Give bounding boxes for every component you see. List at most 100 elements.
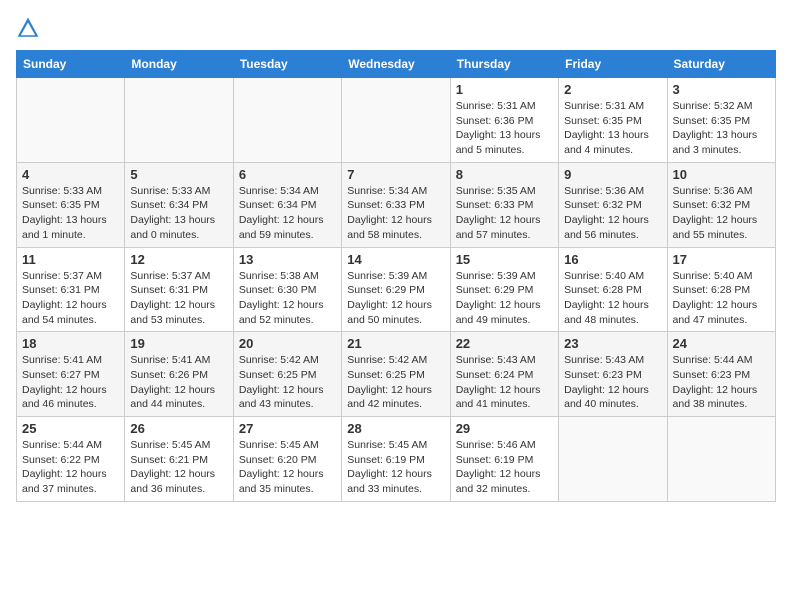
day-info: Sunrise: 5:42 AM Sunset: 6:25 PM Dayligh… [347, 353, 444, 412]
calendar-cell: 18 Sunrise: 5:41 AM Sunset: 6:27 PM Dayli… [17, 332, 125, 417]
day-info: Sunrise: 5:43 AM Sunset: 6:24 PM Dayligh… [456, 353, 553, 412]
day-info: Sunrise: 5:37 AM Sunset: 6:31 PM Dayligh… [22, 269, 119, 328]
day-number: 22 [456, 336, 553, 351]
day-info: Sunrise: 5:45 AM Sunset: 6:21 PM Dayligh… [130, 438, 227, 497]
day-number: 4 [22, 167, 119, 182]
calendar-week-row: 1 Sunrise: 5:31 AM Sunset: 6:36 PM Daylig… [17, 78, 776, 163]
calendar-cell: 5 Sunrise: 5:33 AM Sunset: 6:34 PM Daylig… [125, 162, 233, 247]
page-header [16, 16, 776, 40]
calendar-cell: 8Sunrise: 5:35 AM Sunset: 6:33 PM Daylig… [450, 162, 558, 247]
calendar-week-row: 11 Sunrise: 5:37 AM Sunset: 6:31 PM Dayli… [17, 247, 776, 332]
calendar-cell: 3 Sunrise: 5:32 AM Sunset: 6:35 PM Daylig… [667, 78, 775, 163]
column-header-saturday: Saturday [667, 51, 775, 78]
calendar-cell: 24 Sunrise: 5:44 AM Sunset: 6:23 PM Dayli… [667, 332, 775, 417]
day-info: Sunrise: 5:34 AM Sunset: 6:34 PM Dayligh… [239, 184, 336, 243]
calendar-cell: 26 Sunrise: 5:45 AM Sunset: 6:21 PM Dayli… [125, 417, 233, 502]
day-number: 5 [130, 167, 227, 182]
day-number: 27 [239, 421, 336, 436]
day-info: Sunrise: 5:32 AM Sunset: 6:35 PM Dayligh… [673, 99, 770, 158]
calendar-cell: 14Sunrise: 5:39 AM Sunset: 6:29 PM Dayli… [342, 247, 450, 332]
day-number: 11 [22, 252, 119, 267]
day-info: Sunrise: 5:41 AM Sunset: 6:26 PM Dayligh… [130, 353, 227, 412]
day-info: Sunrise: 5:31 AM Sunset: 6:36 PM Dayligh… [456, 99, 553, 158]
day-info: Sunrise: 5:31 AM Sunset: 6:35 PM Dayligh… [564, 99, 661, 158]
calendar-cell: 12 Sunrise: 5:37 AM Sunset: 6:31 PM Dayli… [125, 247, 233, 332]
day-info: Sunrise: 5:44 AM Sunset: 6:22 PM Dayligh… [22, 438, 119, 497]
day-number: 1 [456, 82, 553, 97]
day-info: Sunrise: 5:42 AM Sunset: 6:25 PM Dayligh… [239, 353, 336, 412]
day-number: 9 [564, 167, 661, 182]
day-number: 20 [239, 336, 336, 351]
day-number: 28 [347, 421, 444, 436]
calendar-week-row: 4 Sunrise: 5:33 AM Sunset: 6:35 PM Daylig… [17, 162, 776, 247]
day-info: Sunrise: 5:35 AM Sunset: 6:33 PM Dayligh… [456, 184, 553, 243]
generalblue-logo-icon [16, 16, 40, 40]
calendar-cell: 10Sunrise: 5:36 AM Sunset: 6:32 PM Dayli… [667, 162, 775, 247]
calendar-cell: 16 Sunrise: 5:40 AM Sunset: 6:28 PM Dayli… [559, 247, 667, 332]
day-info: Sunrise: 5:41 AM Sunset: 6:27 PM Dayligh… [22, 353, 119, 412]
day-info: Sunrise: 5:39 AM Sunset: 6:29 PM Dayligh… [456, 269, 553, 328]
calendar-cell: 11 Sunrise: 5:37 AM Sunset: 6:31 PM Dayli… [17, 247, 125, 332]
day-number: 19 [130, 336, 227, 351]
calendar-cell: 13 Sunrise: 5:38 AM Sunset: 6:30 PM Dayli… [233, 247, 341, 332]
day-info: Sunrise: 5:37 AM Sunset: 6:31 PM Dayligh… [130, 269, 227, 328]
column-header-friday: Friday [559, 51, 667, 78]
calendar-cell: 22 Sunrise: 5:43 AM Sunset: 6:24 PM Dayli… [450, 332, 558, 417]
calendar-cell: 2 Sunrise: 5:31 AM Sunset: 6:35 PM Daylig… [559, 78, 667, 163]
day-number: 12 [130, 252, 227, 267]
day-info: Sunrise: 5:33 AM Sunset: 6:34 PM Dayligh… [130, 184, 227, 243]
day-number: 3 [673, 82, 770, 97]
calendar-cell [233, 78, 341, 163]
calendar-cell: 1 Sunrise: 5:31 AM Sunset: 6:36 PM Daylig… [450, 78, 558, 163]
calendar-cell: 17 Sunrise: 5:40 AM Sunset: 6:28 PM Dayli… [667, 247, 775, 332]
day-number: 18 [22, 336, 119, 351]
day-number: 26 [130, 421, 227, 436]
calendar-cell: 19 Sunrise: 5:41 AM Sunset: 6:26 PM Dayli… [125, 332, 233, 417]
column-header-sunday: Sunday [17, 51, 125, 78]
day-info: Sunrise: 5:45 AM Sunset: 6:19 PM Dayligh… [347, 438, 444, 497]
day-number: 23 [564, 336, 661, 351]
calendar-cell [667, 417, 775, 502]
day-number: 21 [347, 336, 444, 351]
calendar-cell: 29Sunrise: 5:46 AM Sunset: 6:19 PM Dayli… [450, 417, 558, 502]
day-info: Sunrise: 5:36 AM Sunset: 6:32 PM Dayligh… [564, 184, 661, 243]
calendar-cell [125, 78, 233, 163]
day-number: 25 [22, 421, 119, 436]
calendar-week-row: 18 Sunrise: 5:41 AM Sunset: 6:27 PM Dayli… [17, 332, 776, 417]
day-number: 7 [347, 167, 444, 182]
calendar-cell: 20 Sunrise: 5:42 AM Sunset: 6:25 PM Dayli… [233, 332, 341, 417]
day-number: 15 [456, 252, 553, 267]
logo [16, 16, 44, 40]
day-info: Sunrise: 5:36 AM Sunset: 6:32 PM Dayligh… [673, 184, 770, 243]
day-number: 24 [673, 336, 770, 351]
calendar-cell: 4 Sunrise: 5:33 AM Sunset: 6:35 PM Daylig… [17, 162, 125, 247]
column-header-thursday: Thursday [450, 51, 558, 78]
calendar-cell [342, 78, 450, 163]
calendar-cell: 25 Sunrise: 5:44 AM Sunset: 6:22 PM Dayli… [17, 417, 125, 502]
day-info: Sunrise: 5:44 AM Sunset: 6:23 PM Dayligh… [673, 353, 770, 412]
calendar-cell [559, 417, 667, 502]
day-number: 13 [239, 252, 336, 267]
day-info: Sunrise: 5:33 AM Sunset: 6:35 PM Dayligh… [22, 184, 119, 243]
day-info: Sunrise: 5:34 AM Sunset: 6:33 PM Dayligh… [347, 184, 444, 243]
calendar-week-row: 25 Sunrise: 5:44 AM Sunset: 6:22 PM Dayli… [17, 417, 776, 502]
day-info: Sunrise: 5:40 AM Sunset: 6:28 PM Dayligh… [673, 269, 770, 328]
calendar-header-row: SundayMondayTuesdayWednesdayThursdayFrid… [17, 51, 776, 78]
day-info: Sunrise: 5:38 AM Sunset: 6:30 PM Dayligh… [239, 269, 336, 328]
calendar-cell: 6Sunrise: 5:34 AM Sunset: 6:34 PM Daylig… [233, 162, 341, 247]
day-info: Sunrise: 5:46 AM Sunset: 6:19 PM Dayligh… [456, 438, 553, 497]
day-number: 14 [347, 252, 444, 267]
day-number: 17 [673, 252, 770, 267]
day-info: Sunrise: 5:40 AM Sunset: 6:28 PM Dayligh… [564, 269, 661, 328]
calendar-cell: 15 Sunrise: 5:39 AM Sunset: 6:29 PM Dayli… [450, 247, 558, 332]
calendar-cell: 21 Sunrise: 5:42 AM Sunset: 6:25 PM Dayli… [342, 332, 450, 417]
day-number: 16 [564, 252, 661, 267]
calendar-cell: 23Sunrise: 5:43 AM Sunset: 6:23 PM Dayli… [559, 332, 667, 417]
calendar-cell: 7 Sunrise: 5:34 AM Sunset: 6:33 PM Daylig… [342, 162, 450, 247]
calendar-cell [17, 78, 125, 163]
day-info: Sunrise: 5:45 AM Sunset: 6:20 PM Dayligh… [239, 438, 336, 497]
calendar-cell: 9 Sunrise: 5:36 AM Sunset: 6:32 PM Daylig… [559, 162, 667, 247]
day-number: 2 [564, 82, 661, 97]
calendar-table: SundayMondayTuesdayWednesdayThursdayFrid… [16, 50, 776, 502]
column-header-wednesday: Wednesday [342, 51, 450, 78]
